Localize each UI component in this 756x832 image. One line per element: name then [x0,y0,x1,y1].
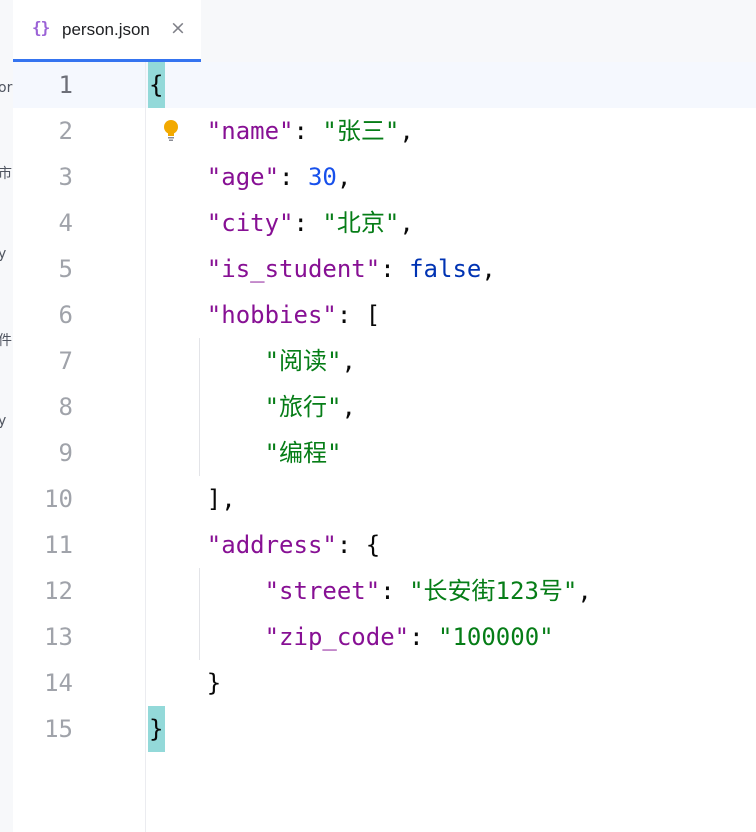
code-token: : [279,163,308,191]
project-panel-label: or [0,80,13,96]
code-token: "北京" [322,209,400,237]
code-token: : [293,209,323,237]
line-number[interactable]: 8 [13,384,73,430]
tab-person-json[interactable]: {} person.json × [13,0,201,62]
code-token: , [577,577,592,605]
indent-guide [198,338,200,476]
code-token: "旅行" [264,393,342,421]
indent-guide [198,568,200,660]
line-number[interactable]: 1 [13,62,73,108]
code-line[interactable]: "阅读", [149,338,356,384]
line-number[interactable]: 15 [13,706,73,752]
code-token: "100000" [438,623,554,651]
code-token: "张三" [322,117,400,145]
code-token: : [ [336,301,381,329]
line-number[interactable]: 7 [13,338,73,384]
json-braces-icon: {} [32,18,50,37]
project-panel-label: y [0,413,7,429]
code-line[interactable]: "编程" [149,430,342,476]
code-token: : [380,577,410,605]
line-number[interactable]: 14 [13,660,73,706]
project-panel-edge[interactable]: or 市 y 件 y [0,0,13,832]
code-token: } [149,669,222,697]
code-token: , [336,163,352,191]
code-editor[interactable]: 1 2 3 4 5 6 7 8 9 10 11 12 13 14 15 { "name": "张三", "a… [13,62,756,832]
code-line[interactable]: "is_student": false, [149,246,496,292]
current-line-highlight [13,62,756,108]
code-token: "hobbies" [206,301,337,329]
line-number[interactable]: 3 [13,154,73,200]
line-number[interactable]: 12 [13,568,73,614]
line-number[interactable]: 2 [13,108,73,154]
line-number[interactable]: 13 [13,614,73,660]
project-panel-label: y [0,246,7,262]
line-number[interactable]: 6 [13,292,73,338]
line-number[interactable]: 5 [13,246,73,292]
gutter-divider [145,62,146,832]
line-number[interactable]: 9 [13,430,73,476]
code-token: "is_student" [206,255,381,283]
code-token: , [341,347,356,375]
code-token: : [380,255,410,283]
code-line[interactable]: ], [149,476,236,522]
code-token: , [481,255,496,283]
line-number[interactable]: 11 [13,522,73,568]
code-line[interactable]: "hobbies": [ [149,292,380,338]
code-token: "zip_code" [264,623,410,651]
code-line[interactable]: "city": "北京", [149,200,414,246]
project-panel-label: 市 [0,166,12,182]
code-token: "name" [206,117,294,145]
code-token: : [293,117,323,145]
code-token: "city" [206,209,294,237]
code-token: "age" [206,163,280,191]
tab-label: person.json [62,20,150,39]
editor-tab-bar: {} person.json × [13,0,756,62]
code-token: ], [149,485,236,513]
code-line[interactable]: } [149,706,163,752]
code-token: false [409,255,482,283]
code-line[interactable]: } [149,660,221,706]
code-line[interactable]: "name": "张三", [149,108,414,154]
code-token: , [341,393,356,421]
code-token: , [399,117,414,145]
ide-window: or 市 y 件 y {} person.json × 1 2 3 4 5 6 7 8 9 10 11 12 1… [0,0,756,832]
code-token: , [399,209,414,237]
code-token: : { [336,531,381,559]
code-token: { [149,71,164,99]
code-line[interactable]: "zip_code": "100000" [149,614,554,660]
lightbulb-icon[interactable] [163,120,179,142]
code-token: "长安街123号" [409,577,578,605]
close-icon[interactable]: × [170,17,186,39]
code-token: } [149,715,164,743]
code-line[interactable]: "street": "长安街123号", [149,568,592,614]
line-number[interactable]: 4 [13,200,73,246]
code-line[interactable]: { [149,62,163,108]
code-token: "street" [264,577,381,605]
code-token: : [409,623,438,651]
code-token: "address" [206,531,337,559]
line-number[interactable]: 10 [13,476,73,522]
project-panel-label: 件 [0,333,12,349]
code-line[interactable]: "旅行", [149,384,356,430]
code-token: "阅读" [264,347,342,375]
code-token: 30 [307,163,337,191]
code-line[interactable]: "address": { [149,522,380,568]
code-token: "编程" [264,439,342,467]
code-line[interactable]: "age": 30, [149,154,352,200]
